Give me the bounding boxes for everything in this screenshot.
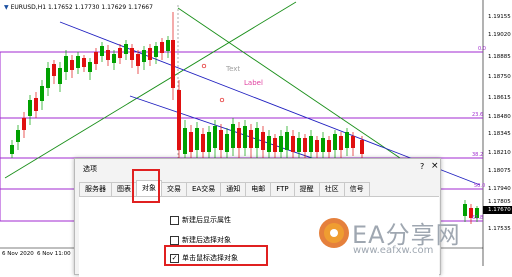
tab-email[interactable]: 电邮 <box>245 182 272 196</box>
fibo-label-50: 50.0 <box>474 183 486 189</box>
symbol-quote-text: EURUSD,H1 1.17652 1.17730 1.17629 1.1766… <box>10 4 153 11</box>
price-label: 1.18885 <box>488 54 511 60</box>
option-label: 新建后显示属性 <box>182 216 231 224</box>
tab-expert-advisors[interactable]: EA交易 <box>186 182 222 196</box>
tab-signals[interactable]: 信号 <box>343 182 370 196</box>
tab-notifications[interactable]: 通知 <box>220 182 247 196</box>
symbol-dropdown-icon[interactable]: ▼ <box>4 4 9 11</box>
watermark-url: www.eafxw.com <box>353 245 434 256</box>
date-label: 6 Nov 2020 <box>2 251 34 257</box>
fibo-label-38-2: 38.2 <box>472 152 484 158</box>
highlight-single-click-option <box>164 245 268 266</box>
checkbox[interactable] <box>170 235 179 245</box>
options-tabs: 服务器 图表 对象 交易 EA交易 通知 电邮 FTP 提醒 社区 信号 <box>79 180 370 196</box>
price-label: 1.18075 <box>488 168 511 174</box>
price-label: 1.18615 <box>488 95 511 101</box>
fibo-label-0: 0.0 <box>478 46 486 52</box>
price-label: 1.18480 <box>488 114 511 120</box>
price-label: 1.18345 <box>488 131 511 137</box>
fibo-label-23-6: 23.6 <box>472 112 484 118</box>
label-object[interactable]: Label <box>244 79 263 87</box>
tab-trade[interactable]: 交易 <box>161 182 187 196</box>
price-label: 1.19020 <box>488 32 511 38</box>
date-label: 6 Nov 11:00 <box>37 251 71 257</box>
close-icon[interactable]: × <box>431 161 439 171</box>
text-object[interactable]: Text <box>226 65 240 73</box>
dialog-title: 选项 <box>83 165 97 173</box>
price-label: 1.19155 <box>488 14 511 20</box>
tab-community[interactable]: 社区 <box>318 182 345 196</box>
option-show-properties[interactable]: 新建后显示属性 <box>170 215 231 225</box>
checkbox[interactable] <box>170 215 179 225</box>
tab-ftp[interactable]: FTP <box>270 182 295 196</box>
help-icon[interactable]: ? <box>420 162 424 171</box>
symbol-header: ▼ EURUSD,H1 1.17652 1.17730 1.17629 1.17… <box>4 4 153 11</box>
option-label: 新建后选择对象 <box>182 236 231 244</box>
price-label: 1.18210 <box>488 150 511 156</box>
price-label: 1.17940 <box>488 186 511 192</box>
tab-server[interactable]: 服务器 <box>79 182 112 196</box>
tab-alerts[interactable]: 提醒 <box>293 182 320 196</box>
option-select-after-create[interactable]: 新建后选择对象 <box>170 235 231 245</box>
price-label: 1.18750 <box>488 74 511 80</box>
highlight-objects-tab <box>132 169 160 203</box>
